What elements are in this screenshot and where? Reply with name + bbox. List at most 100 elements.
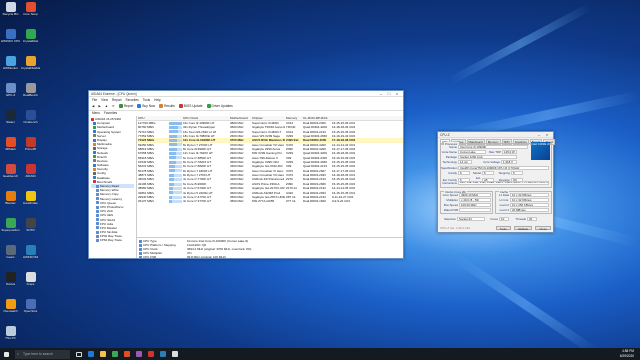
selection-label: Selection [444,217,456,221]
desktop-icon[interactable]: Blender [1,191,20,213]
desktop-icon[interactable]: Fraps [21,272,40,294]
taskbar-app-button[interactable] [169,348,181,360]
desktop-icon-label: AIDA64 [25,175,36,178]
score-bar-fill [169,121,182,125]
taskbar-app-button[interactable] [85,348,97,360]
table-row[interactable]: 26137 MB/s 4x Core i7-3770K HT 3500 MHz MSI… [137,199,403,203]
column-header[interactable]: CL-RCD-RP-RAS [302,116,331,120]
column-header[interactable]: Chipset [251,116,285,120]
tree-item-icon [96,201,99,205]
close-icon[interactable]: × [543,132,551,137]
desktop-icon[interactable]: Prime95 [21,137,40,159]
desktop-icon[interactable]: Handbrake [21,191,40,213]
tree-item[interactable]: FP64 Ray-Trace [91,238,134,242]
desktop-icon[interactable]: Superposition [1,218,20,240]
minimize-icon[interactable]: – [377,91,385,96]
close-icon[interactable]: × [393,91,401,96]
desktop-icon[interactable]: OpenShot [21,299,40,321]
back-icon[interactable]: ◀ [92,104,94,108]
start-button[interactable] [0,348,12,360]
selection-dropdown[interactable]: Socket #1 [457,217,485,221]
menu-item[interactable]: File [92,98,97,102]
app-icon [25,218,36,228]
table-cell: MSI Z77A-GD55 [252,199,275,204]
close-button[interactable]: Close [535,225,551,231]
refresh-icon[interactable]: ⟳ [112,104,115,108]
column-header[interactable]: Memory [285,116,302,120]
menu-item[interactable]: Favorites [126,98,139,102]
desktop-icon-label: Handbrake [23,202,38,205]
taskbar-app-button[interactable] [145,348,157,360]
column-header[interactable]: CPU [137,116,168,120]
tree-item-icon [91,117,94,121]
task-view-icon[interactable] [73,348,85,360]
desktop-icon[interactable]: HWiNFO64 [21,245,40,267]
score-bar-fill [169,186,174,190]
driver-updates-button[interactable]: Driver Updates [206,104,233,108]
maximize-icon[interactable]: □ [385,91,393,96]
desktop-icon[interactable]: Core Temp [21,2,40,24]
driver-icon [206,104,211,108]
core-speed-label: Core Speed [442,193,458,197]
desktop-icon[interactable]: GPU-Z [1,83,20,105]
desktop-icon[interactable]: HWMonitor [1,56,20,78]
menu-item[interactable]: Report [112,98,122,102]
forward-icon[interactable]: ▶ [98,104,100,108]
taskbar-app-button[interactable] [157,348,169,360]
tree-item-icon [96,226,99,230]
taskbar-app-button[interactable] [133,348,145,360]
specification-label: Specification [441,166,458,170]
desktop-icon[interactable]: CrystalDiskMark [21,56,40,78]
taskbar-app-button[interactable] [121,348,133,360]
table-cell: Z77 Int. [286,199,297,204]
l3-label: Level 3 [499,208,509,212]
tools-button[interactable]: Tools [495,225,511,231]
app-icon [25,110,36,120]
desktop-icon[interactable]: Recycle Bin [1,2,20,24]
up-icon[interactable]: ▲ [105,104,108,108]
desktop-icon[interactable]: Overwatch [1,299,20,321]
l1-inst-value: 10 x 32 KBytes [510,198,549,202]
desktop-icon[interactable]: CrystalDisk [21,29,40,51]
desktop-icon[interactable]: AIDA64 [21,164,40,186]
menu-item[interactable]: Tools [143,98,150,102]
column-header[interactable] [168,116,182,120]
minimize-icon[interactable]: – [535,132,543,137]
desktop-icon[interactable]: This PC [1,326,20,348]
desktop-icon[interactable]: Steam [1,110,20,132]
aida64-window: AIDA64 Extreme - [CPU Queen] – □ × File V… [88,90,404,259]
search-input[interactable]: ⌕ Type here to search [15,349,70,359]
desktop-icon-label: Prime95 [24,148,37,151]
desktop-icon[interactable]: HWiNFO CPU-Z [1,29,20,51]
score-bar-track [169,182,182,186]
desktop-icon[interactable]: 3DMark [1,137,20,159]
column-header[interactable]: Motherboard [229,116,251,120]
bios-update-button[interactable]: BIOS Update [178,104,203,108]
buy-now-button[interactable]: Buy Now [137,104,155,108]
report-button[interactable]: Report [118,104,133,108]
column-header[interactable] [216,116,229,120]
taskbar-app-button[interactable] [97,348,109,360]
desktop-icon[interactable]: Cinebench [21,110,40,132]
desktop-icon[interactable]: SOTR [21,218,40,240]
bus-speed-row: Bus Speed 100.00 MHz [441,203,491,207]
desktop-icon[interactable]: Geekbench [1,164,20,186]
column-header[interactable]: CPU Clock [182,116,216,120]
voltage-value: 1.318 V [501,160,517,164]
results-button[interactable]: Results [159,104,175,108]
score-bar-track [169,147,182,151]
tree-item-icon [93,121,96,125]
desktop-icon[interactable]: Gears [1,245,20,267]
desktop-icon[interactable]: RealBench [21,83,40,105]
score-bar-fill [169,199,172,203]
taskbar-app-button[interactable] [109,348,121,360]
buy-now-label: Buy Now [142,104,156,108]
desktop-icon[interactable]: Oculus [1,272,20,294]
app-icon [5,83,16,93]
score-bar-fill [169,143,177,147]
l1-inst-row: L1 Inst. 10 x 32 KBytes [496,198,549,202]
menu-item[interactable]: Help [154,98,161,102]
menu-item[interactable]: View [101,98,108,102]
clock-date[interactable]: 6/29/2020 [620,354,634,359]
validate-button[interactable]: Validate [513,225,533,231]
